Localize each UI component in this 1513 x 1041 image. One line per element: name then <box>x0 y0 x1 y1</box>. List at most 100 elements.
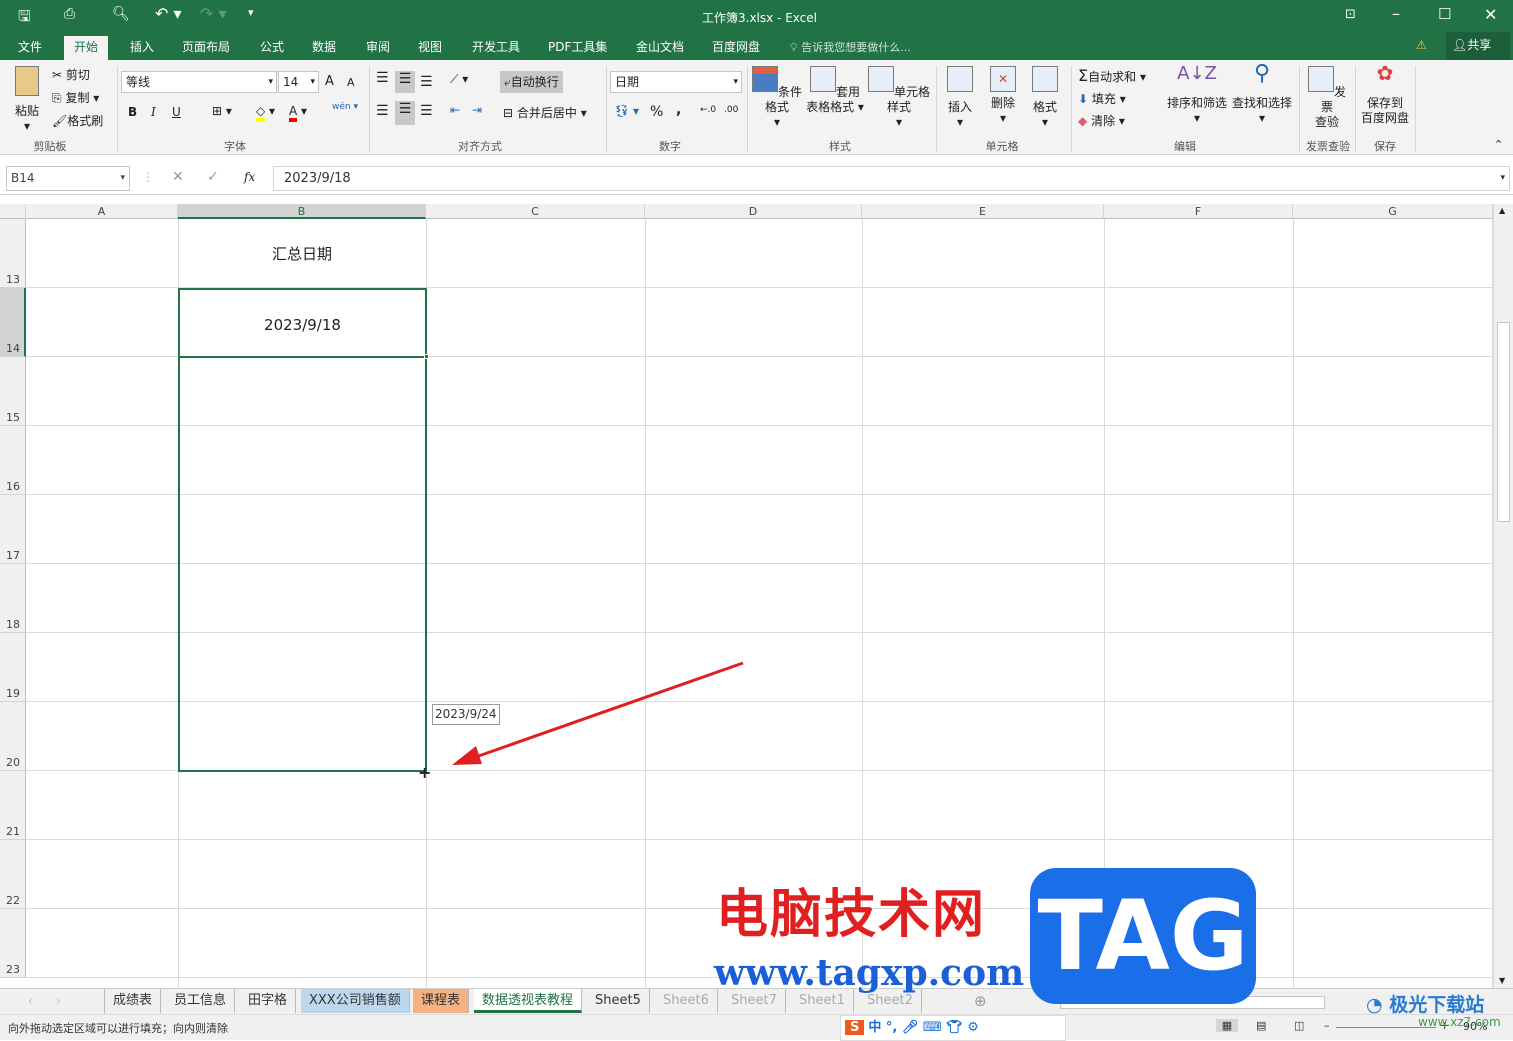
font-color-button[interactable]: A ▾ <box>289 104 307 122</box>
row-header-16[interactable]: 16 <box>0 426 26 495</box>
undo-icon[interactable]: ↶ ▾ <box>155 4 182 23</box>
sheet-tab[interactable]: Sheet5 <box>587 989 650 1013</box>
tab-insert[interactable]: 插入 <box>120 36 164 60</box>
maximize-button[interactable]: ☐ <box>1438 5 1451 23</box>
cell-b13[interactable]: 汇总日期 <box>178 219 426 287</box>
sheet-tab[interactable]: XXX公司销售额 <box>301 989 410 1013</box>
formula-input[interactable]: 2023/9/18 ▾ <box>273 166 1510 191</box>
save-icon[interactable]: 🖫 <box>18 6 31 31</box>
sort-filter-button[interactable]: A↓Z 排序和筛选 ▾ <box>1166 65 1228 126</box>
delete-cells-button[interactable]: ✕删除 ▾ <box>985 66 1021 126</box>
paste-button[interactable]: 粘贴 ▾ <box>10 66 44 134</box>
vertical-scroll-thumb[interactable] <box>1497 322 1510 522</box>
vertical-scrollbar[interactable]: ▲ ▼ <box>1493 204 1513 988</box>
row-header-22[interactable]: 22 <box>0 840 26 909</box>
row-header-15[interactable]: 15 <box>0 357 26 426</box>
insert-cells-button[interactable]: 插入 ▾ <box>942 66 978 130</box>
tab-review[interactable]: 审阅 <box>356 36 400 60</box>
add-sheet-button[interactable]: ⊕ <box>974 992 987 1010</box>
phonetic-button[interactable]: wén ▾ <box>332 102 358 112</box>
merge-center-button[interactable]: ⊟ 合并后居中 ▾ <box>503 104 587 121</box>
number-format-select[interactable]: 日期 ▾ <box>610 71 742 93</box>
border-button[interactable]: ⊞ ▾ <box>212 104 232 118</box>
tab-pdf[interactable]: PDF工具集 <box>538 36 617 60</box>
tab-view[interactable]: 视图 <box>408 36 452 60</box>
warning-icon[interactable]: ⚠ <box>1416 38 1427 52</box>
collapse-ribbon-icon[interactable]: ⌃ <box>1494 138 1503 151</box>
format-as-table-button[interactable]: 套用 表格格式 ▾ <box>804 66 866 115</box>
minimize-button[interactable]: – <box>1392 4 1400 23</box>
tab-file[interactable]: 文件 <box>8 36 52 60</box>
insert-function-button[interactable]: fx <box>244 170 255 184</box>
cut-button[interactable]: ✂ 剪切 <box>52 66 90 83</box>
format-painter-button[interactable]: 🖌︎格式刷 <box>52 112 103 129</box>
sheet-tab[interactable]: 员工信息 <box>166 989 236 1013</box>
page-break-view-button[interactable]: ◫ <box>1294 1019 1304 1032</box>
font-size-select[interactable]: 14 ▾ <box>278 71 319 93</box>
sheet-tab[interactable]: Sheet6 <box>655 989 718 1013</box>
align-top-button[interactable]: ☰ <box>376 70 389 86</box>
column-header-d[interactable]: D <box>645 204 862 219</box>
name-box[interactable]: B14 ▾ <box>6 166 130 191</box>
increase-indent-button[interactable]: ⇥ <box>472 103 482 117</box>
decrease-decimal-button[interactable]: .00 <box>724 105 738 115</box>
wrap-text-button[interactable]: ⤶自动换行 <box>500 71 563 93</box>
ime-toolbar[interactable]: S中 °, 🎤︎ ⌨ 👕︎ ⚙ <box>840 1015 1066 1041</box>
row-header-17[interactable]: 17 <box>0 495 26 564</box>
tell-me-box[interactable]: 💡︎ 告诉我您想要做什么... <box>790 39 911 55</box>
sheet-tab[interactable]: 成绩表 <box>105 989 162 1013</box>
page-layout-view-button[interactable]: ▤ <box>1256 1019 1266 1032</box>
grow-font-button[interactable]: A <box>325 74 334 89</box>
ime-punct[interactable]: °, <box>886 1020 897 1035</box>
sheet-tab[interactable]: 田字格 <box>240 989 297 1013</box>
clear-button[interactable]: ◆ 清除 ▾ <box>1078 112 1125 129</box>
italic-button[interactable]: I <box>151 105 156 119</box>
fill-color-button[interactable]: ◇ ▾ <box>256 104 275 122</box>
normal-view-button[interactable]: ▦ <box>1216 1019 1238 1032</box>
cell-b14-active[interactable]: 2023/9/18 <box>178 288 427 358</box>
sheet-tab[interactable]: 数据透视表教程 <box>474 989 583 1013</box>
select-all-corner[interactable] <box>0 204 26 219</box>
ime-mode[interactable]: 中 <box>868 1020 881 1035</box>
cell-styles-button[interactable]: 单元格样式 ▾ <box>866 66 932 130</box>
column-header-b[interactable]: B <box>178 204 426 219</box>
find-select-button[interactable]: ⚲ 查找和选择 ▾ <box>1230 63 1294 126</box>
autosum-button[interactable]: Σ自动求和 ▾ <box>1078 66 1146 85</box>
row-header-14[interactable]: 14 <box>0 288 26 357</box>
align-center-button[interactable]: ☰ <box>395 101 415 125</box>
share-button[interactable]: 👤︎共享 <box>1446 32 1510 60</box>
customize-qat-icon[interactable]: ▾ <box>248 6 254 19</box>
next-sheet-icon[interactable]: › <box>56 994 61 1008</box>
fill-button[interactable]: ⬇ 填充 ▾ <box>1078 90 1126 107</box>
column-header-a[interactable]: A <box>26 204 178 219</box>
enter-icon[interactable]: ✓ <box>207 169 219 185</box>
decrease-indent-button[interactable]: ⇤ <box>450 103 460 117</box>
column-header-f[interactable]: F <box>1104 204 1293 219</box>
shrink-font-button[interactable]: A <box>347 76 355 89</box>
row-header-13[interactable]: 13 <box>0 219 26 288</box>
sheet-tab[interactable]: 课程表 <box>413 989 470 1013</box>
tab-formulas[interactable]: 公式 <box>250 36 294 60</box>
accounting-format-button[interactable]: 💱︎ ▾ <box>614 104 639 118</box>
zoom-out-button[interactable]: – <box>1324 1019 1330 1032</box>
underline-button[interactable]: U <box>172 105 181 119</box>
tab-developer[interactable]: 开发工具 <box>462 36 530 60</box>
scroll-down-icon[interactable]: ▼ <box>1499 976 1505 985</box>
tab-home[interactable]: 开始 <box>64 36 109 60</box>
column-header-g[interactable]: G <box>1293 204 1493 219</box>
font-name-select[interactable]: 等线 ▾ <box>121 71 277 93</box>
ribbon-display-icon[interactable]: ⊡ <box>1345 7 1356 22</box>
row-header-21[interactable]: 21 <box>0 771 26 840</box>
align-right-button[interactable]: ☰ <box>420 103 433 119</box>
percent-button[interactable]: % <box>650 104 663 120</box>
row-header-18[interactable]: 18 <box>0 564 26 633</box>
scroll-up-icon[interactable]: ▲ <box>1499 206 1505 215</box>
redo-icon[interactable]: ↷ ▾ <box>200 4 227 23</box>
increase-decimal-button[interactable]: ←.0 <box>700 105 716 115</box>
tab-kdocs[interactable]: 金山文档 <box>626 36 694 60</box>
preview-icon[interactable]: 🔍︎ <box>112 6 130 22</box>
print-preview-icon[interactable]: ⎙ <box>64 6 75 22</box>
column-header-c[interactable]: C <box>426 204 645 219</box>
column-header-e[interactable]: E <box>862 204 1104 219</box>
invoice-check-button[interactable]: 发票 查验 <box>1306 66 1348 130</box>
